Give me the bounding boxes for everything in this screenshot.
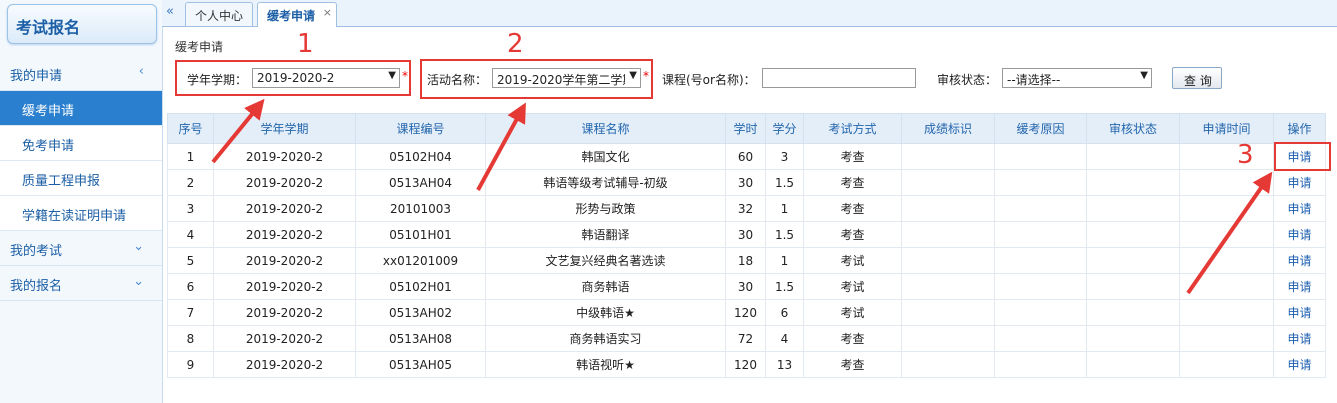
annotation-arrows [211, 98, 1273, 295]
annotation-arrow-3 [1186, 171, 1273, 295]
annotation-arrow-1 [211, 98, 265, 164]
annotation-arrow-2 [476, 102, 526, 191]
